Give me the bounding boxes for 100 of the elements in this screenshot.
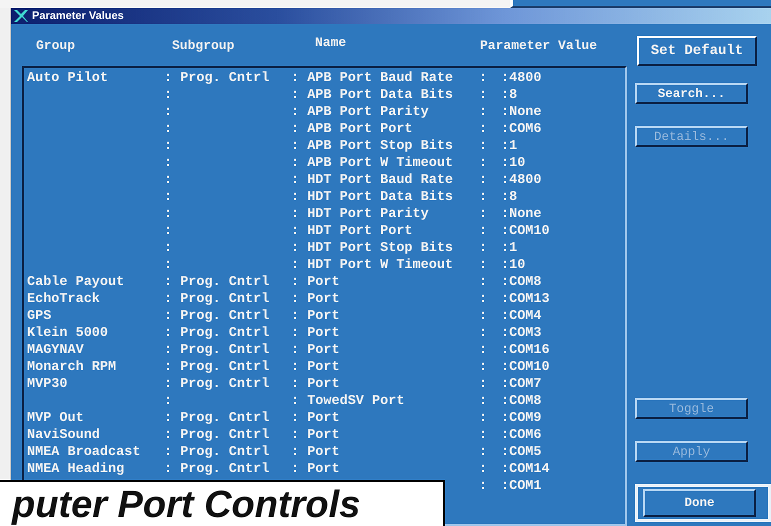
subgroup-cell: : [164, 88, 172, 103]
value-cell: :COM6 [501, 428, 542, 443]
subgroup-cell: : [164, 122, 172, 137]
value-cell: :COM16 [501, 343, 550, 358]
separator-text: : [479, 360, 488, 375]
name-cell: : APB Port Baud Rate [291, 71, 454, 86]
name-cell: : HDT Port Port [291, 224, 413, 239]
value-cell: :COM10 [501, 224, 550, 239]
separator-text: : [479, 326, 488, 341]
separator-text: : [479, 173, 488, 188]
value-cell: :1 [501, 139, 518, 154]
subgroup-cell: : [164, 173, 172, 188]
separator-text: : [479, 428, 488, 443]
value-cell: :COM13 [501, 292, 550, 307]
value-cell: :4800 [501, 71, 542, 86]
group-cell: NMEA Heading [27, 462, 124, 477]
value-cell: :COM1 [501, 479, 542, 494]
name-cell: : Port [291, 377, 340, 392]
group-cell: Monarch RPM [27, 360, 116, 375]
x-logo-icon [13, 9, 29, 23]
value-cell: :1 [501, 241, 518, 256]
dialog-button[interactable]: Search... [635, 83, 748, 104]
value-cell: :8 [501, 190, 518, 205]
value-cell: :None [501, 207, 542, 222]
name-cell: : APB Port W Timeout [291, 156, 454, 171]
name-cell: : Port [291, 292, 340, 307]
value-cell: :COM9 [501, 411, 542, 426]
value-cell: :COM8 [501, 275, 542, 290]
subgroup-cell: : Prog. Cntrl [164, 462, 270, 477]
separator-text: : [479, 241, 488, 256]
group-cell: GPS [27, 309, 52, 324]
value-cell: :8 [501, 88, 518, 103]
value-cell: :COM7 [501, 377, 542, 392]
subgroup-cell: : Prog. Cntrl [164, 377, 270, 392]
window-title: Parameter Values [32, 10, 124, 22]
subgroup-cell: : Prog. Cntrl [164, 411, 270, 426]
column-header: Subgroup [172, 38, 236, 52]
dialog-button[interactable]: Done [643, 489, 756, 517]
value-cell: :COM5 [501, 445, 542, 460]
value-cell: :COM6 [501, 122, 542, 137]
separator-text: : [479, 275, 488, 290]
subgroup-cell: : Prog. Cntrl [164, 343, 270, 358]
subgroup-cell: : [164, 139, 172, 154]
subgroup-cell: : [164, 207, 172, 222]
subgroup-cell: : Prog. Cntrl [164, 360, 270, 375]
group-cell: Klein 5000 [27, 326, 108, 341]
subgroup-cell: : Prog. Cntrl [164, 292, 270, 307]
separator-text: : [479, 105, 488, 120]
separator-text: : [479, 411, 488, 426]
separator-text: : [479, 139, 488, 154]
group-cell: NMEA Broadcast [27, 445, 140, 460]
separator-text: : [479, 394, 488, 409]
value-cell: :4800 [501, 173, 542, 188]
subgroup-cell: : Prog. Cntrl [164, 326, 270, 341]
group-cell: MAGYNAV [27, 343, 84, 358]
subgroup-cell: : [164, 156, 172, 171]
name-cell: : HDT Port Stop Bits [291, 241, 454, 256]
separator-text: : [479, 258, 488, 273]
separator-text: : [479, 377, 488, 392]
subgroup-cell: : Prog. Cntrl [164, 309, 270, 324]
value-cell: :None [501, 105, 542, 120]
value-cell: :COM4 [501, 309, 542, 324]
subgroup-cell: : [164, 258, 172, 273]
name-cell: : HDT Port Baud Rate [291, 173, 454, 188]
separator-text: : [479, 71, 488, 86]
separator-text: : [479, 445, 488, 460]
column-header: Parameter Value [480, 38, 598, 52]
subgroup-cell: : Prog. Cntrl [164, 428, 270, 443]
name-cell: : HDT Port W Timeout [291, 258, 454, 273]
name-cell: : Port [291, 326, 340, 341]
subgroup-cell: : [164, 224, 172, 239]
column-header: Name [315, 35, 348, 50]
subgroup-cell: : [164, 105, 172, 120]
name-cell: : Port [291, 445, 340, 460]
column-header: Group [36, 38, 76, 52]
caption-text: puter Port Controls [10, 485, 360, 526]
separator-text: : [479, 462, 488, 477]
name-cell: : Port [291, 360, 340, 375]
name-cell: : TowedSV Port [291, 394, 404, 409]
separator-text: : [479, 343, 488, 358]
value-cell: :COM8 [501, 394, 542, 409]
dialog-button[interactable]: Set Default [637, 36, 757, 66]
subgroup-cell: : Prog. Cntrl [164, 71, 270, 86]
separator-text: : [479, 207, 488, 222]
name-cell: : Port [291, 462, 340, 477]
group-cell: MVP30 [27, 377, 68, 392]
group-cell: Auto Pilot [27, 71, 108, 86]
value-cell: :10 [501, 258, 526, 273]
group-cell: MVP Out [27, 411, 84, 426]
separator-text: : [479, 292, 488, 307]
group-cell: NaviSound [27, 428, 100, 443]
value-cell: :COM10 [501, 360, 550, 375]
group-cell: EchoTrack [27, 292, 100, 307]
name-cell: : Port [291, 309, 340, 324]
subgroup-cell: : [164, 394, 172, 409]
name-cell: : Port [291, 275, 340, 290]
separator-text: : [479, 479, 488, 494]
separator-text: : [479, 309, 488, 324]
subgroup-cell: : [164, 241, 172, 256]
value-cell: :10 [501, 156, 526, 171]
